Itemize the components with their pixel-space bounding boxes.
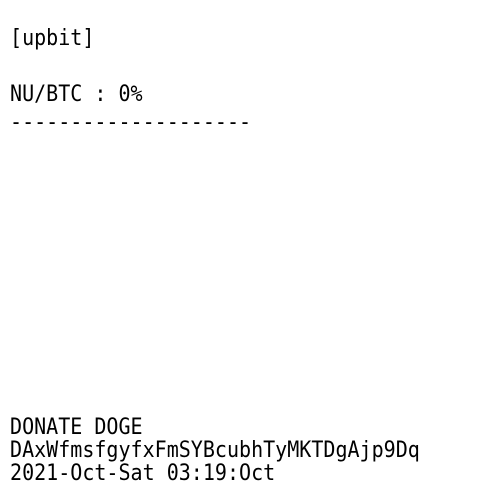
ticker-screen: [upbit] NU/BTC : 0% --------------------… xyxy=(0,0,455,500)
divider: -------------------- xyxy=(10,110,252,135)
pair-change-readout: NU/BTC : 0% xyxy=(10,82,143,107)
timestamp: 2021-Oct-Sat 03:19:Oct xyxy=(10,461,276,486)
exchange-label: [upbit] xyxy=(10,26,95,51)
